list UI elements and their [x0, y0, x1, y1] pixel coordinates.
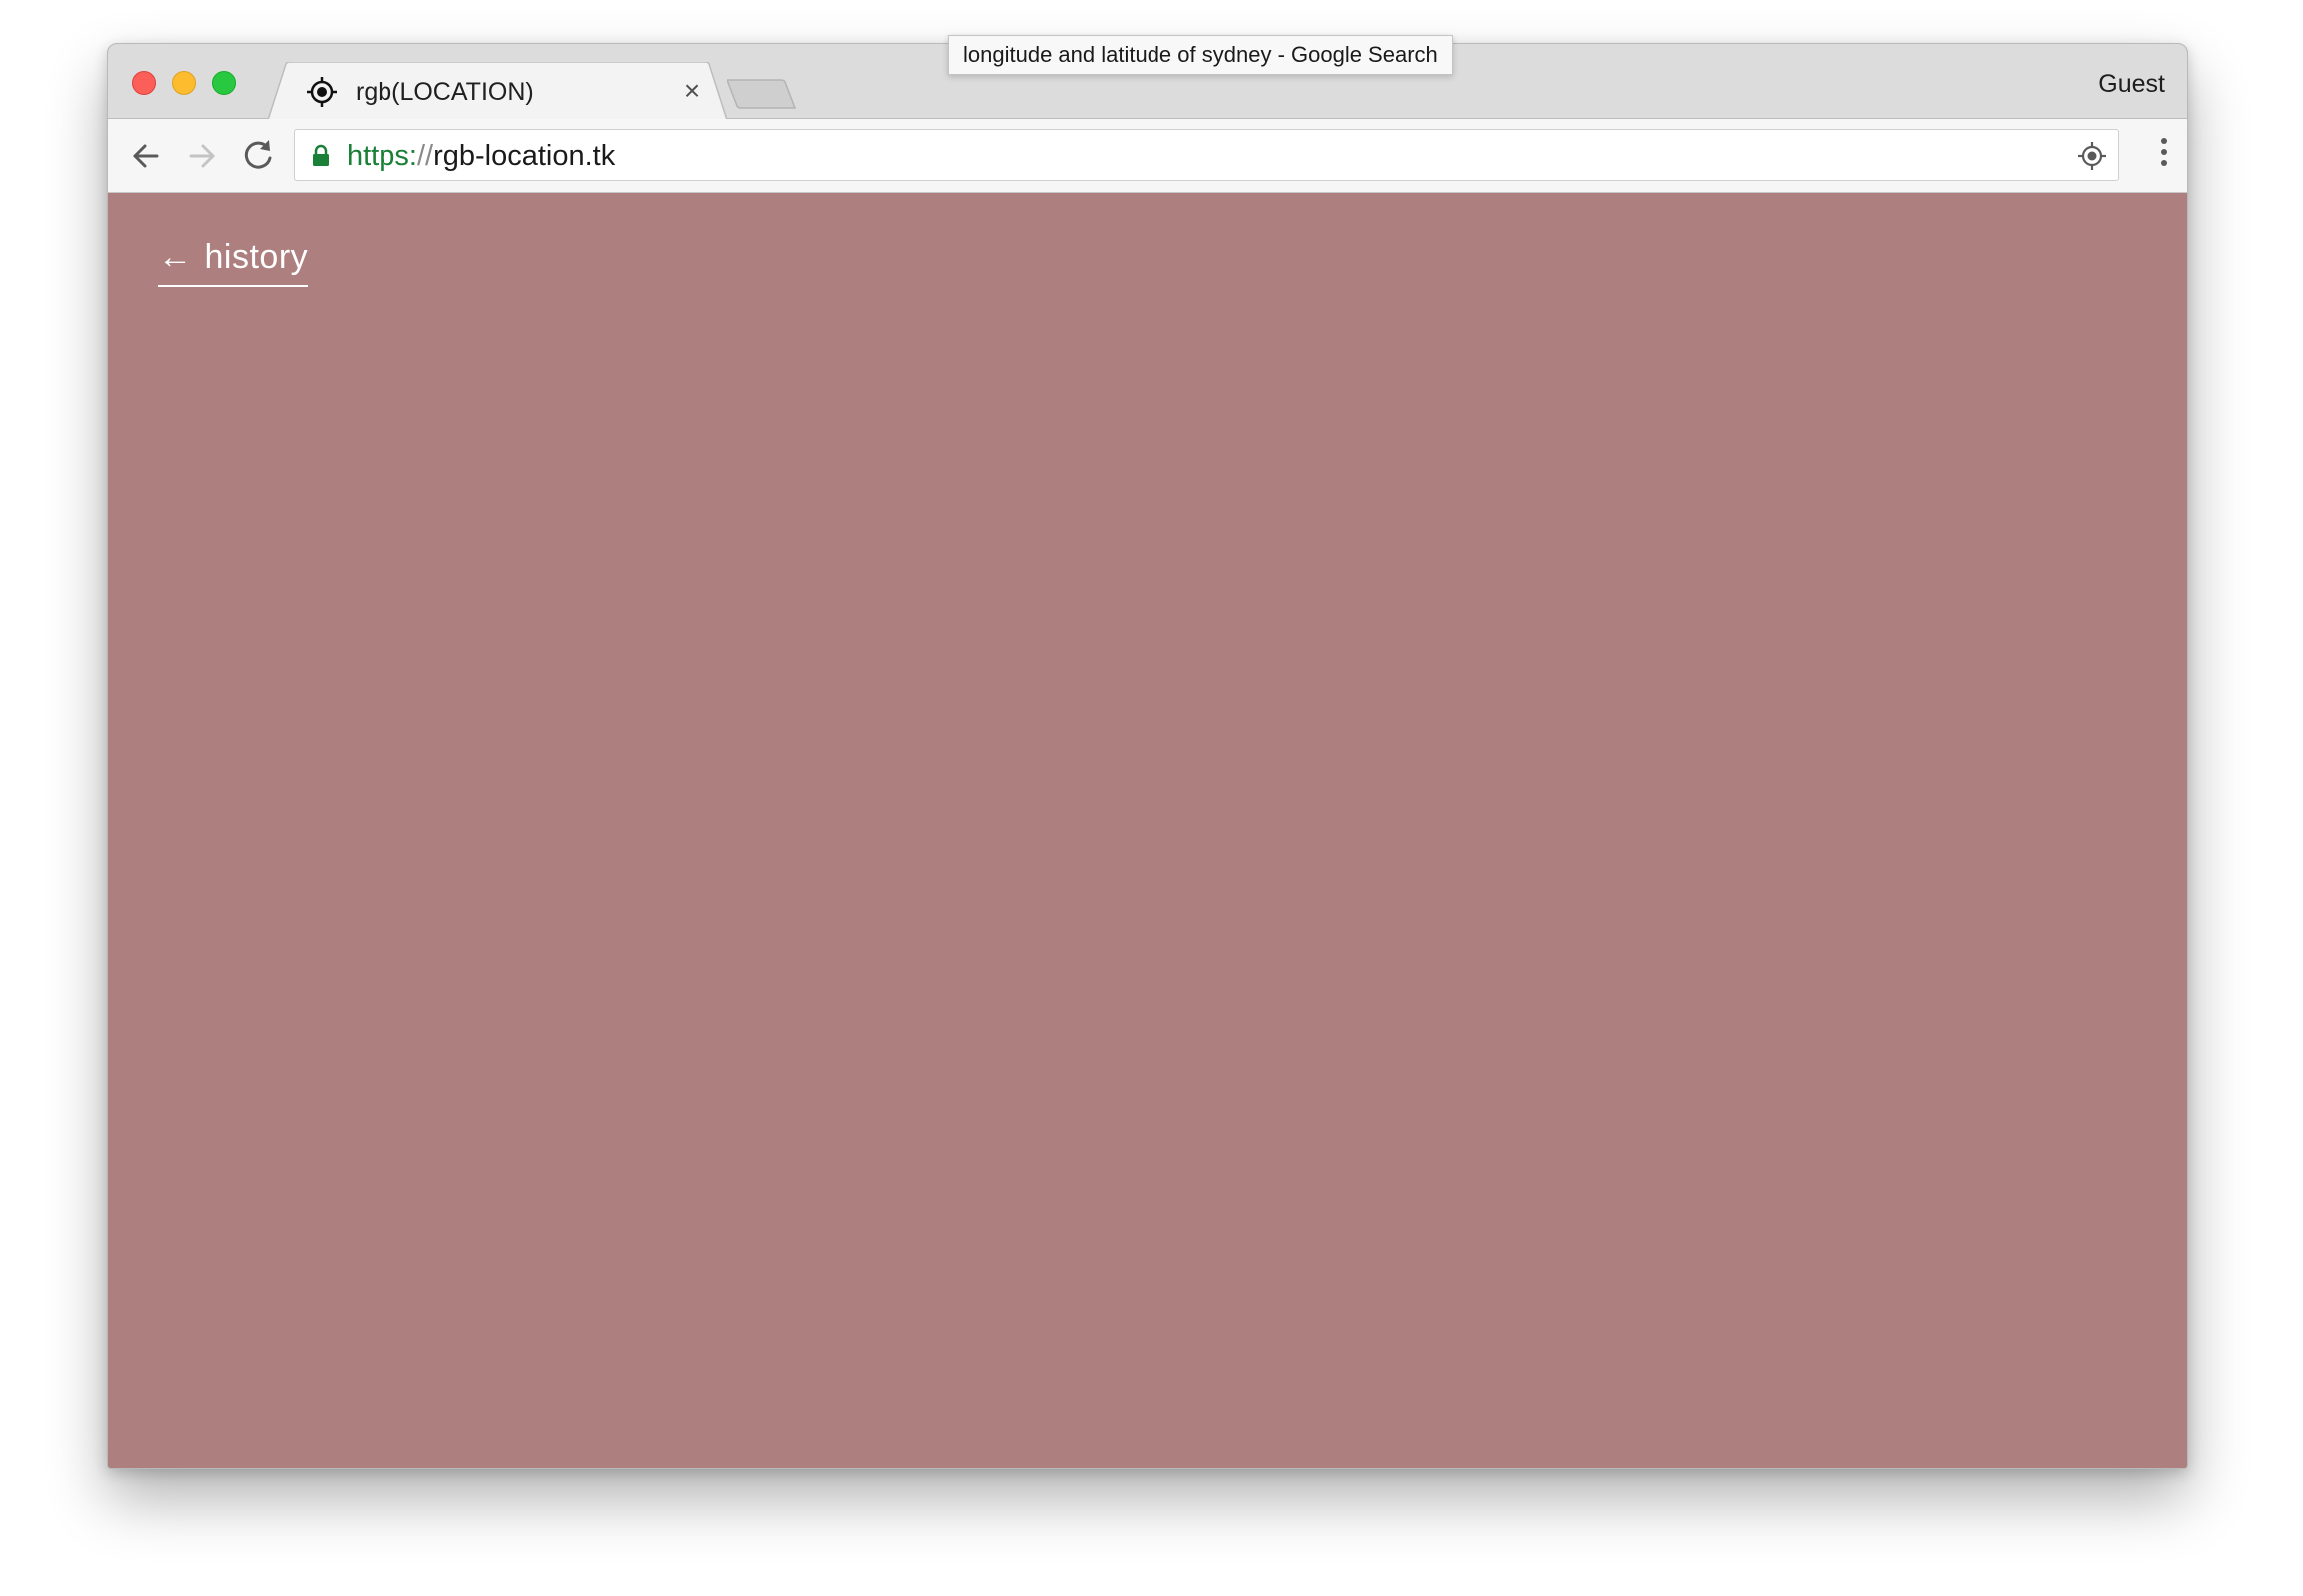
address-bar[interactable]: https://rgb-location.tk — [294, 129, 2119, 181]
arrow-left-icon: ← — [158, 238, 193, 276]
history-link[interactable]: ← history — [158, 237, 309, 287]
page-content: ← history — [108, 193, 2187, 1468]
location-target-icon — [307, 77, 337, 107]
more-vert-icon[interactable] — [2159, 138, 2169, 174]
tooltip: longitude and latitude of sydney - Googl… — [948, 35, 1453, 75]
browser-window: rgb(LOCATION) × Guest https://rgb-locati… — [107, 43, 2188, 1469]
url-host: rgb-location.tk — [433, 140, 616, 172]
reload-icon[interactable] — [238, 136, 278, 176]
arrow-right-icon[interactable] — [182, 136, 222, 176]
url-text[interactable]: https://rgb-location.tk — [347, 138, 615, 174]
desktop: rgb(LOCATION) × Guest https://rgb-locati… — [0, 0, 2303, 1596]
tab-title: rgb(LOCATION) — [356, 78, 534, 106]
tab-close-icon[interactable]: × — [677, 76, 707, 106]
window-close-button[interactable] — [132, 71, 156, 95]
arrow-left-icon[interactable] — [126, 136, 166, 176]
window-minimize-button[interactable] — [172, 71, 196, 95]
profile-guest-label[interactable]: Guest — [2098, 68, 2165, 100]
url-separator: // — [416, 140, 434, 172]
history-link-label: history — [204, 238, 309, 276]
lock-icon — [313, 144, 329, 166]
window-maximize-button[interactable] — [212, 71, 236, 95]
url-scheme: https: — [347, 140, 417, 172]
browser-toolbar: https://rgb-location.tk — [108, 119, 2187, 193]
new-tab-button[interactable] — [727, 78, 797, 110]
location-target-icon[interactable] — [2076, 140, 2108, 172]
tab-active[interactable]: rgb(LOCATION) × — [268, 62, 727, 120]
